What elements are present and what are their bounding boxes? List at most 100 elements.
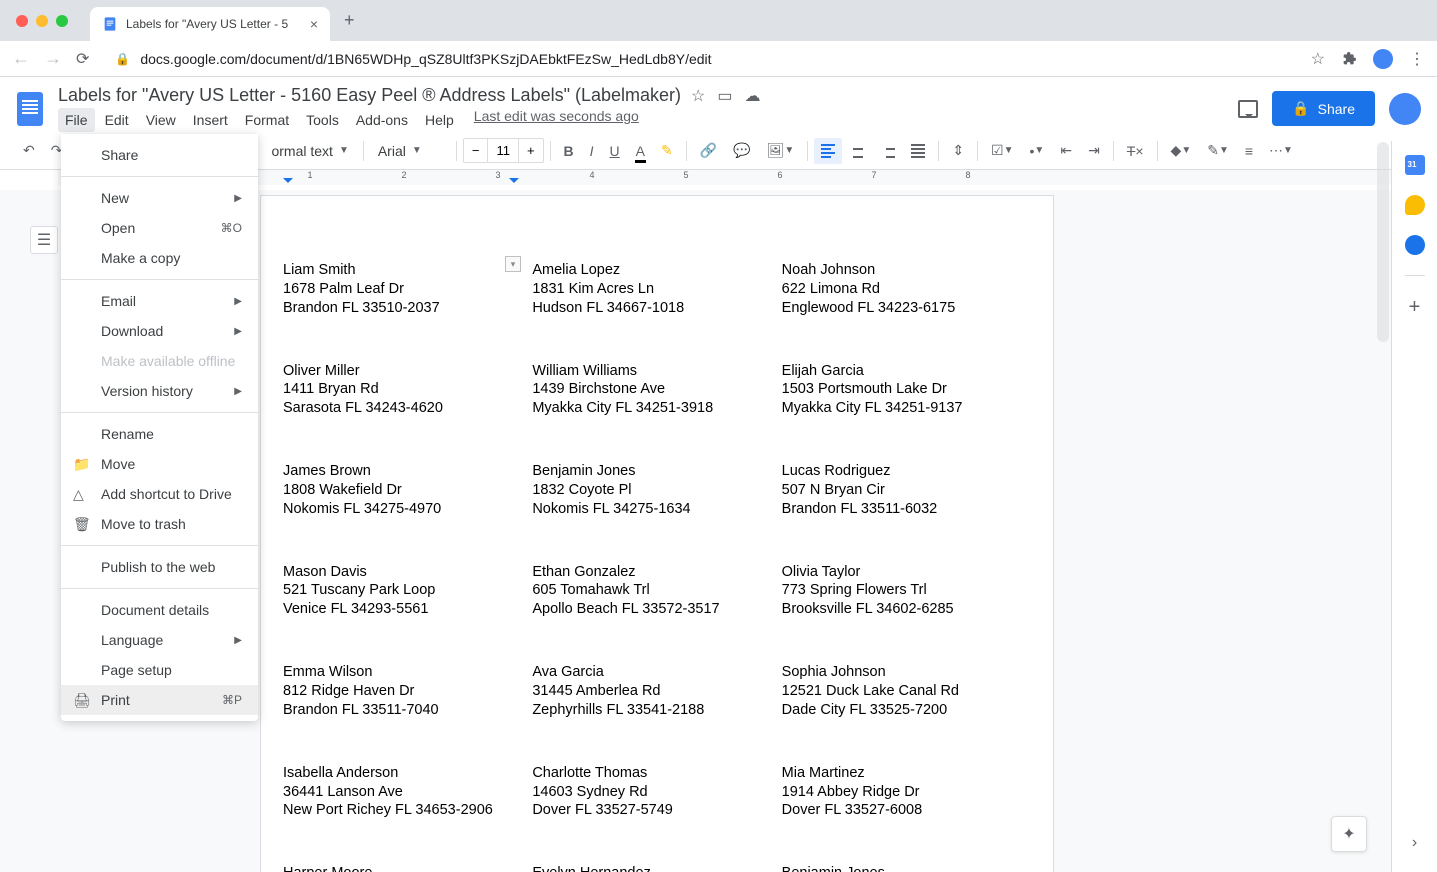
docs-home-button[interactable]: [12, 91, 48, 127]
collapse-sidebar-button[interactable]: ›: [1412, 834, 1417, 852]
file-publish[interactable]: Publish to the web: [61, 552, 258, 582]
add-addon-button[interactable]: +: [1409, 296, 1421, 319]
file-print[interactable]: 🖨Print⌘P: [61, 685, 258, 715]
address-label[interactable]: Ethan Gonzalez605 Tomahawk TrlApollo Bea…: [532, 563, 781, 620]
bold-button[interactable]: B: [557, 137, 581, 165]
align-left-button[interactable]: [814, 138, 842, 164]
menu-insert[interactable]: Insert: [186, 108, 235, 132]
align-right-button[interactable]: [874, 138, 902, 164]
file-share[interactable]: Share: [61, 140, 258, 170]
address-label[interactable]: Charlotte Thomas14603 Sydney RdDover FL …: [532, 764, 781, 821]
checklist-button[interactable]: ☑▼: [984, 136, 1020, 165]
bookmark-star-icon[interactable]: ☆: [1311, 49, 1325, 69]
address-label[interactable]: Elijah Garcia1503 Portsmouth Lake DrMyak…: [782, 362, 1031, 419]
document-title[interactable]: Labels for "Avery US Letter - 5160 Easy …: [58, 85, 681, 106]
insert-link-button[interactable]: 🔗: [693, 136, 724, 165]
file-new[interactable]: New▶: [61, 183, 258, 213]
maximize-window-button[interactable]: [56, 15, 68, 27]
file-page-setup[interactable]: Page setup: [61, 655, 258, 685]
menu-addons[interactable]: Add-ons: [349, 108, 415, 132]
insert-comment-button[interactable]: 💬: [726, 136, 757, 165]
address-label[interactable]: Ava Garcia31445 Amberlea RdZephyrhills F…: [532, 663, 781, 720]
fill-color-button[interactable]: ◆▼: [1164, 136, 1199, 165]
clear-formatting-button[interactable]: T×: [1120, 137, 1151, 165]
decrease-font-button[interactable]: −: [464, 139, 488, 162]
file-version-history[interactable]: Version history▶: [61, 376, 258, 406]
address-label[interactable]: Lucas Rodriguez507 N Bryan CirBrandon FL…: [782, 462, 1031, 519]
insert-image-button[interactable]: 🖼▼: [760, 136, 802, 165]
line-spacing-button[interactable]: ⇕: [945, 136, 971, 165]
file-details[interactable]: Document details: [61, 595, 258, 625]
minimize-window-button[interactable]: [36, 15, 48, 27]
menu-format[interactable]: Format: [238, 108, 296, 132]
decrease-indent-button[interactable]: ⇤: [1053, 136, 1079, 165]
address-label[interactable]: Sophia Johnson12521 Duck Lake Canal RdDa…: [782, 663, 1031, 720]
outline-toggle-button[interactable]: ☰: [30, 226, 58, 254]
menu-help[interactable]: Help: [418, 108, 461, 132]
extensions-icon[interactable]: [1341, 51, 1357, 67]
back-button[interactable]: ←: [12, 48, 30, 69]
paragraph-style-select[interactable]: ormal text ▼: [263, 139, 356, 163]
file-move[interactable]: 📁Move: [61, 449, 258, 479]
new-tab-button[interactable]: +: [330, 10, 369, 41]
address-bar[interactable]: 🔒 docs.google.com/document/d/1BN65WDHp_q…: [103, 51, 1296, 67]
address-label[interactable]: Mia Martinez1914 Abbey Ridge DrDover FL …: [782, 764, 1031, 821]
forward-button[interactable]: →: [44, 48, 62, 69]
undo-button[interactable]: ↶: [16, 136, 42, 165]
vertical-scrollbar[interactable]: [1377, 142, 1389, 342]
address-label[interactable]: Amelia Lopez1831 Kim Acres LnHudson FL 3…: [532, 261, 781, 318]
move-document-icon[interactable]: ▭: [717, 86, 732, 106]
browser-tab[interactable]: Labels for "Avery US Letter - 5 ×: [90, 7, 330, 41]
file-email[interactable]: Email▶: [61, 286, 258, 316]
italic-button[interactable]: I: [583, 137, 601, 165]
last-edit-link[interactable]: Last edit was seconds ago: [474, 108, 639, 132]
address-label[interactable]: William Williams1439 Birchstone AveMyakk…: [532, 362, 781, 419]
close-tab-icon[interactable]: ×: [310, 16, 318, 32]
address-label[interactable]: Benjamin Jones1832 Coyote PlNokomis FL 3…: [532, 462, 781, 519]
address-label[interactable]: Liam Smith1678 Palm Leaf DrBrandon FL 33…: [283, 261, 532, 318]
share-button[interactable]: 🔒 Share: [1272, 91, 1375, 126]
explore-button[interactable]: ✦: [1331, 816, 1367, 852]
border-dash-button[interactable]: ⋯▼: [1262, 136, 1300, 165]
horizontal-ruler[interactable]: 1 2 3 4 5 6 7 8: [58, 170, 1437, 185]
file-add-shortcut[interactable]: △Add shortcut to Drive: [61, 479, 258, 509]
address-label[interactable]: Emma Wilson812 Ridge Haven DrBrandon FL …: [283, 663, 532, 720]
highlight-button[interactable]: ✎: [654, 136, 680, 165]
comments-button[interactable]: [1238, 100, 1258, 118]
menu-view[interactable]: View: [139, 108, 183, 132]
address-label[interactable]: Evelyn Hernandez11910 North St: [532, 864, 781, 872]
column-marker-icon[interactable]: ▾: [505, 256, 521, 272]
close-window-button[interactable]: [16, 15, 28, 27]
file-rename[interactable]: Rename: [61, 419, 258, 449]
address-label[interactable]: Noah Johnson622 Limona RdEnglewood FL 34…: [782, 261, 1031, 318]
increase-indent-button[interactable]: ⇥: [1081, 136, 1107, 165]
file-download[interactable]: Download▶: [61, 316, 258, 346]
extension-badge-icon[interactable]: [1373, 49, 1393, 69]
browser-menu-icon[interactable]: ⋮: [1409, 49, 1425, 69]
document-page[interactable]: ▾ Liam Smith1678 Palm Leaf DrBrandon FL …: [260, 195, 1054, 872]
file-open[interactable]: Open⌘O: [61, 213, 258, 243]
address-label[interactable]: Mason Davis521 Tuscany Park LoopVenice F…: [283, 563, 532, 620]
address-label[interactable]: Oliver Miller1411 Bryan RdSarasota FL 34…: [283, 362, 532, 419]
border-width-button[interactable]: ≡: [1238, 137, 1260, 165]
align-center-button[interactable]: [844, 138, 872, 164]
font-select[interactable]: Arial ▼: [370, 139, 450, 163]
address-label[interactable]: Olivia Taylor773 Spring Flowers TrlBrook…: [782, 563, 1031, 620]
file-make-copy[interactable]: Make a copy: [61, 243, 258, 273]
address-label[interactable]: Isabella Anderson36441 Lanson AveNew Por…: [283, 764, 532, 821]
file-language[interactable]: Language▶: [61, 625, 258, 655]
user-avatar[interactable]: [1389, 93, 1421, 125]
underline-button[interactable]: U: [603, 137, 627, 165]
address-label[interactable]: Harper Moore4623 Fietzway Rd: [283, 864, 532, 872]
bulleted-list-button[interactable]: •▼: [1023, 137, 1052, 165]
menu-file[interactable]: File: [58, 108, 95, 132]
star-document-icon[interactable]: ☆: [691, 86, 705, 106]
calendar-icon[interactable]: [1405, 155, 1425, 175]
address-label[interactable]: James Brown1808 Wakefield DrNokomis FL 3…: [283, 462, 532, 519]
align-justify-button[interactable]: [904, 138, 932, 164]
cloud-status-icon[interactable]: ☁: [745, 86, 761, 106]
address-label[interactable]: Benjamin Jones1832 Coyote Pl: [782, 864, 1031, 872]
file-trash[interactable]: 🗑Move to trash: [61, 509, 258, 539]
increase-font-button[interactable]: +: [519, 139, 543, 162]
reload-button[interactable]: ⟳: [76, 49, 89, 69]
